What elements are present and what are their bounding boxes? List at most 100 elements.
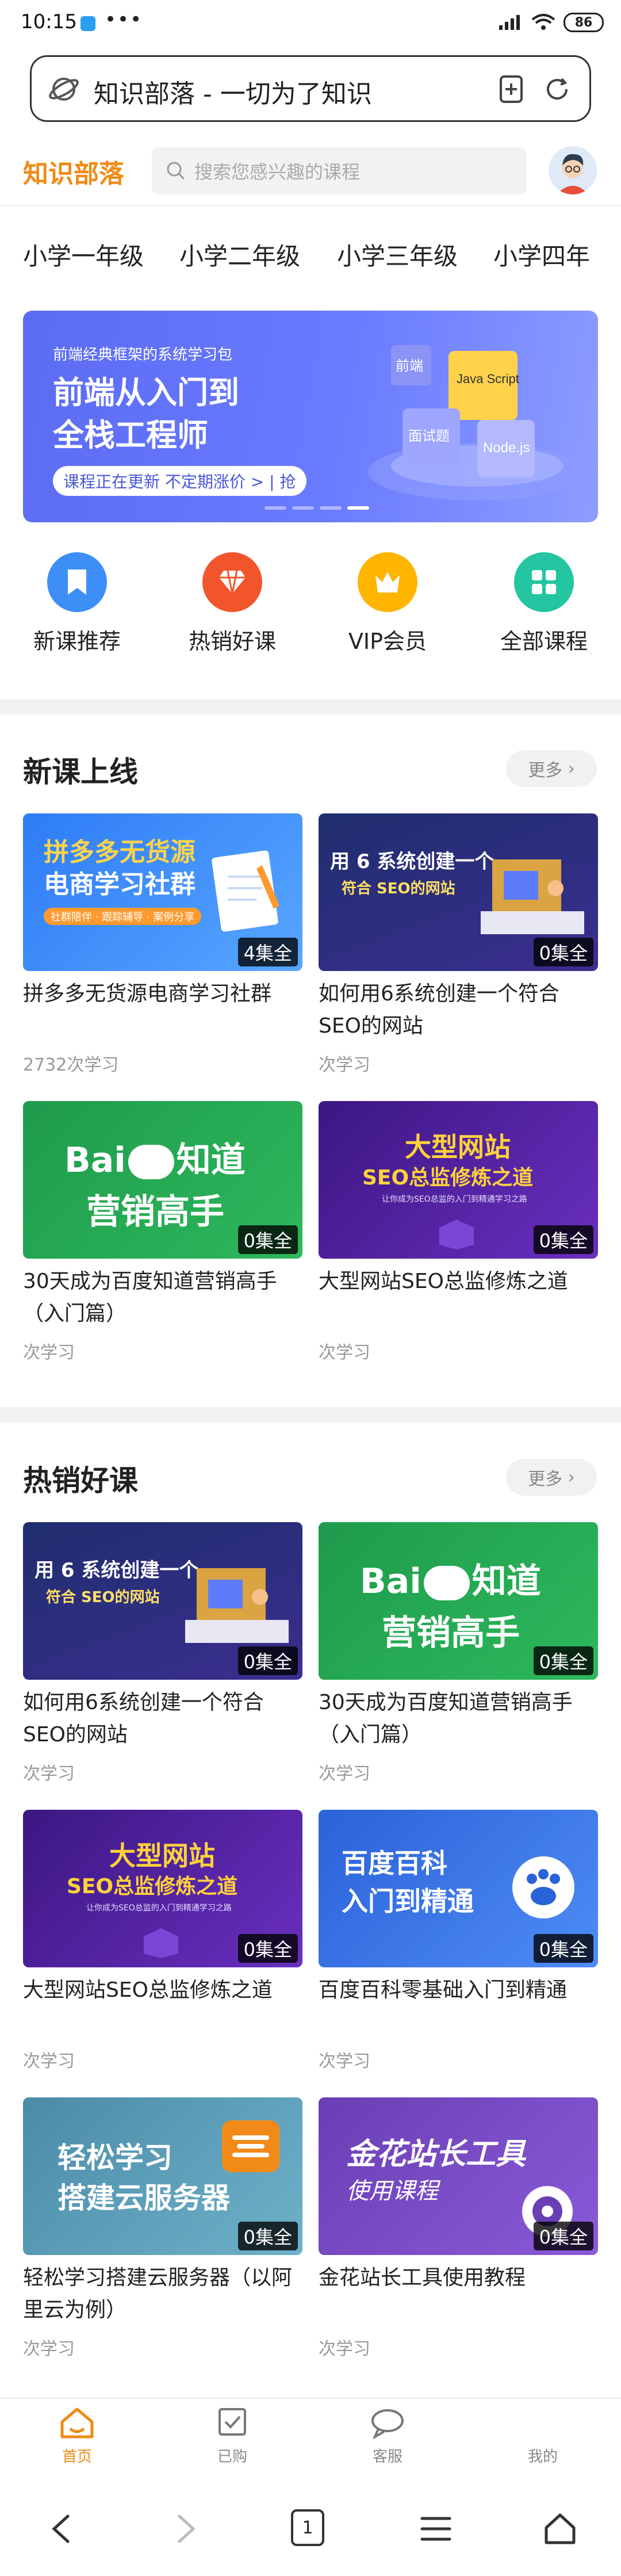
thumb-line2: 符合 SEO的网站 — [46, 1589, 160, 1606]
course-thumbnail: 轻松学习搭建云服务器 0集全 — [23, 2097, 302, 2255]
nav-icon-bg — [202, 552, 262, 612]
thumb-text: 轻松学习搭建云服务器 — [57, 2138, 230, 2218]
thumb-line2: SEO总监修炼之道 — [362, 1166, 534, 1190]
thumb-line3: 营销高手 — [86, 1192, 224, 1232]
banner-headline-line1: 前端从入门到 — [53, 374, 239, 411]
course-card[interactable]: 拼多多无货源 电商学习社群 社群陪伴 · 跟踪辅导 · 案例分享 4集全 拼多多无… — [23, 813, 302, 1076]
course-thumbnail: 拼多多无货源 电商学习社群 社群陪伴 · 跟踪辅导 · 案例分享 4集全 — [23, 813, 302, 971]
bookmark-icon — [68, 570, 86, 595]
app-header: 知识部落 搜索您感兴趣的课程 — [0, 133, 621, 206]
home-button-icon[interactable] — [543, 2513, 577, 2545]
thumb-line1: 轻松学习 — [57, 2141, 172, 2174]
search-placeholder: 搜索您感兴趣的课程 — [194, 161, 361, 183]
course-card[interactable]: 百度百科 入门到精通 0集全 百度百科零基础入门到精通 次学习 — [319, 1810, 598, 2072]
battery-indicator: 86 — [564, 13, 604, 32]
cube-label-interview: 面试题 — [408, 429, 450, 444]
tab-label: 已购 — [217, 2448, 247, 2466]
grid-icon — [532, 570, 556, 594]
box-icon — [439, 1220, 474, 1249]
tab-grade-4[interactable]: 小学四年 — [493, 237, 590, 272]
planet-icon — [49, 78, 79, 101]
episode-count: 0集全 — [237, 2222, 298, 2250]
course-card[interactable]: Bai 知道 营销高手 0集全 30天成为百度知道营销高手（入门篇） 次学习 — [319, 1522, 598, 1784]
nav-hot-courses[interactable]: 热销好课 — [175, 552, 290, 655]
tab-grade-2[interactable]: 小学二年级 — [179, 237, 300, 272]
course-card[interactable]: 用 6 系统创建一个 符合 SEO的网站 0集全 如何用6系统创建一个符合SEO… — [23, 1522, 302, 1784]
course-thumbnail: 金花站长工具 使用课程 0集全 — [319, 2097, 598, 2255]
promo-banner[interactable]: 前端经典框架的系统学习包 前端从入门到 全栈工程师 课程正在更新 不定期涨价 >… — [23, 311, 598, 522]
reload-icon[interactable] — [541, 73, 573, 105]
more-button-new[interactable]: 更多 › — [506, 750, 597, 787]
course-title: 30天成为百度知道营销高手（入门篇） — [23, 1270, 277, 1325]
episode-count: 0集全 — [237, 1225, 298, 1254]
course-study-count: 2732次学习 — [23, 1055, 119, 1075]
course-study-count: 次学习 — [23, 2051, 75, 2071]
browser-address-bar[interactable]: 知识部落 - 一切为了知识 — [30, 55, 591, 122]
course-card[interactable]: 大型网站 SEO总监修炼之道 让你成为SEO总监的入门到精通学习之路 0集全 大… — [23, 1810, 302, 2072]
nav-new-courses[interactable]: 新课推荐 — [20, 552, 135, 655]
thumb-line2: SEO总监修炼之道 — [67, 1875, 238, 1898]
banner-pagination — [264, 506, 369, 510]
search-icon — [167, 162, 185, 180]
gem-icon — [219, 570, 246, 594]
course-card[interactable]: 轻松学习 搭建云服务器 0集全 轻松学习搭建云服务器（以阿里云为例） 次学习 — [23, 2097, 302, 2360]
avatar[interactable] — [549, 146, 597, 194]
bottom-tab-bar: 首页 已购 客服 我的 — [0, 2398, 621, 2484]
episode-count: 0集全 — [237, 1646, 298, 1675]
menu-icon[interactable] — [419, 2513, 453, 2545]
search-input[interactable]: 搜索您感兴趣的课程 — [152, 147, 527, 194]
tab-support[interactable]: 客服 — [336, 2407, 439, 2466]
add-bookmark-icon[interactable] — [495, 73, 527, 105]
course-study-count: 次学习 — [23, 1343, 75, 1363]
tabs-button[interactable]: 1 — [291, 2509, 324, 2546]
episode-count: 0集全 — [533, 1646, 593, 1675]
nav-icon-bg — [358, 552, 417, 612]
course-card[interactable]: 大型网站 SEO总监修炼之道 让你成为SEO总监的入门到精通学习之路 0集全 大… — [319, 1101, 598, 1363]
forward-icon[interactable] — [172, 2513, 199, 2545]
course-study-count: 次学习 — [23, 2339, 75, 2359]
thumb-line2: 使用课程 — [346, 2178, 438, 2204]
course-card[interactable]: 用 6 系统创建一个 符合 SEO的网站 0集全 如何用6系统创建一个符合SEO… — [319, 813, 598, 1076]
nav-label: 全部课程 — [500, 629, 588, 654]
banner-headline-line2: 全栈工程师 — [53, 417, 208, 453]
episode-count: 0集全 — [237, 1934, 298, 1963]
nav-all-courses[interactable]: 全部课程 — [486, 552, 601, 655]
wifi-icon — [531, 14, 555, 30]
course-thumbnail: Bai 知道 营销高手 0集全 — [319, 1522, 598, 1680]
back-icon[interactable] — [48, 2513, 75, 2545]
cube-label-js: Java Script — [457, 372, 519, 386]
crown-icon — [375, 572, 400, 593]
course-title: 百度百科零基础入门到精通 — [319, 1978, 568, 2002]
home-icon — [60, 2407, 94, 2439]
thumb-text: 拼多多无货源 电商学习社群 — [44, 836, 195, 901]
thumb-line3: 让你成为SEO总监的入门到精通学习之路 — [382, 1195, 527, 1204]
banner-cta[interactable]: 课程正在更新 不定期涨价 > | 抢 — [53, 466, 306, 496]
course-study-count: 次学习 — [319, 1764, 370, 1784]
tab-mine[interactable]: 我的 — [491, 2407, 595, 2466]
nav-vip[interactable]: VIP会员 — [330, 552, 445, 655]
episode-count: 0集全 — [533, 1934, 593, 1963]
thumb-line1: 大型网站 — [109, 1840, 215, 1871]
course-card[interactable]: 金花站长工具 使用课程 0集全 金花站长工具使用教程 次学习 — [319, 2097, 598, 2360]
tab-label: 首页 — [62, 2448, 92, 2466]
episode-count: 0集全 — [533, 938, 593, 966]
tab-purchased[interactable]: 已购 — [181, 2407, 284, 2466]
app-notification-icon — [80, 16, 95, 31]
tab-grade-1[interactable]: 小学一年级 — [23, 237, 144, 272]
thumb-line3: 营销高手 — [382, 1613, 520, 1653]
tab-home[interactable]: 首页 — [25, 2407, 129, 2466]
thumb-line1: 金花站长工具 — [346, 2137, 526, 2172]
more-button-hot[interactable]: 更多 › — [506, 1459, 597, 1496]
app-logo[interactable]: 知识部落 — [23, 153, 124, 190]
tab-grade-3[interactable]: 小学三年级 — [337, 237, 458, 272]
thumb-zhidao: 知道 — [471, 1561, 541, 1602]
course-study-count: 次学习 — [319, 1055, 370, 1075]
nav-icon-bg — [47, 552, 107, 612]
course-card[interactable]: Bai 知道 营销高手 0集全 30天成为百度知道营销高手（入门篇） 次学习 — [23, 1101, 302, 1363]
episode-count: 0集全 — [533, 2222, 593, 2250]
thumb-tagline: 社群陪伴 · 跟踪辅导 · 案例分享 — [44, 908, 202, 925]
tab-label: 我的 — [527, 2448, 558, 2466]
aliyun-logo-icon — [222, 2120, 279, 2172]
course-thumbnail: Bai 知道 营销高手 0集全 — [23, 1101, 302, 1259]
thumb-line2: 搭建云服务器 — [57, 2181, 230, 2215]
